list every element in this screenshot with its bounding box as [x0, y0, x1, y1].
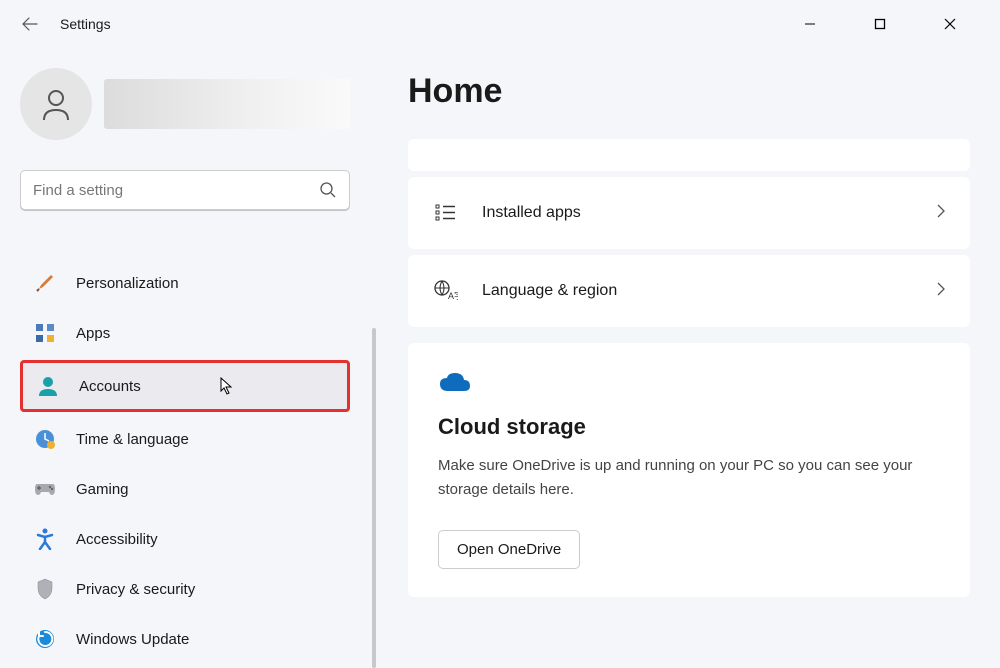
- sidebar-item-label: Gaming: [76, 481, 129, 498]
- accessibility-icon: [34, 528, 56, 550]
- gamepad-icon: [34, 478, 56, 500]
- main-content: Home Installed apps A字 Language & region…: [370, 48, 1000, 668]
- sidebar-item-apps[interactable]: Apps: [20, 310, 350, 356]
- sidebar-item-privacy-security[interactable]: Privacy & security: [20, 566, 350, 612]
- page-title: Home: [408, 72, 970, 111]
- minimize-button[interactable]: [790, 4, 830, 44]
- apps-icon: [34, 322, 56, 344]
- sidebar-item-personalization[interactable]: Personalization: [20, 260, 350, 306]
- avatar: [20, 68, 92, 140]
- maximize-button[interactable]: [860, 4, 900, 44]
- sidebar-item-label: Time & language: [76, 431, 189, 448]
- cloud-storage-description: Make sure OneDrive is up and running on …: [438, 454, 940, 502]
- chevron-right-icon: [936, 203, 946, 224]
- minimize-icon: [804, 18, 816, 30]
- window-controls: [790, 4, 990, 44]
- shield-icon: [34, 578, 56, 600]
- language-icon: A字: [432, 277, 460, 305]
- sidebar: Personalization Apps Accounts Time & lan…: [0, 48, 370, 668]
- setting-label: Language & region: [482, 282, 936, 300]
- person-icon: [38, 86, 74, 122]
- sidebar-item-label: Windows Update: [76, 631, 189, 648]
- setting-row-language-region[interactable]: A字 Language & region: [408, 255, 970, 327]
- close-icon: [943, 17, 957, 31]
- profile-section[interactable]: [20, 68, 350, 140]
- scrollbar[interactable]: [372, 328, 376, 668]
- sidebar-item-windows-update[interactable]: Windows Update: [20, 616, 350, 662]
- cloud-storage-card: Cloud storage Make sure OneDrive is up a…: [408, 343, 970, 597]
- chevron-right-icon: [936, 281, 946, 302]
- sidebar-item-label: Privacy & security: [76, 581, 195, 598]
- setting-label: Installed apps: [482, 204, 936, 222]
- sidebar-item-accounts[interactable]: Accounts: [20, 360, 350, 412]
- sidebar-item-gaming[interactable]: Gaming: [20, 466, 350, 512]
- window-title: Settings: [60, 16, 111, 32]
- list-icon: [432, 199, 460, 227]
- sidebar-item-label: Personalization: [76, 275, 179, 292]
- cloud-icon: [438, 371, 940, 400]
- sidebar-item-label: Accessibility: [76, 531, 158, 548]
- sidebar-item-accessibility[interactable]: Accessibility: [20, 516, 350, 562]
- setting-row-installed-apps[interactable]: Installed apps: [408, 177, 970, 249]
- sidebar-item-time-language[interactable]: Time & language: [20, 416, 350, 462]
- close-button[interactable]: [930, 4, 970, 44]
- profile-name-placeholder: [104, 79, 350, 129]
- sidebar-item-label: Accounts: [79, 378, 141, 395]
- titlebar: Settings: [0, 0, 1000, 48]
- open-onedrive-button[interactable]: Open OneDrive: [438, 530, 580, 569]
- svg-text:A字: A字: [448, 290, 458, 301]
- back-button[interactable]: [10, 4, 50, 44]
- card-partial: [408, 139, 970, 171]
- search-box[interactable]: [20, 170, 350, 210]
- paintbrush-icon: [34, 272, 56, 294]
- cursor-icon: [220, 377, 236, 395]
- search-input[interactable]: [33, 182, 319, 199]
- accounts-icon: [37, 375, 59, 397]
- search-icon: [319, 181, 337, 199]
- sidebar-item-label: Apps: [76, 325, 110, 342]
- cloud-storage-title: Cloud storage: [438, 414, 940, 440]
- clock-globe-icon: [34, 428, 56, 450]
- maximize-icon: [874, 18, 886, 30]
- update-icon: [34, 628, 56, 650]
- arrow-left-icon: [22, 16, 38, 32]
